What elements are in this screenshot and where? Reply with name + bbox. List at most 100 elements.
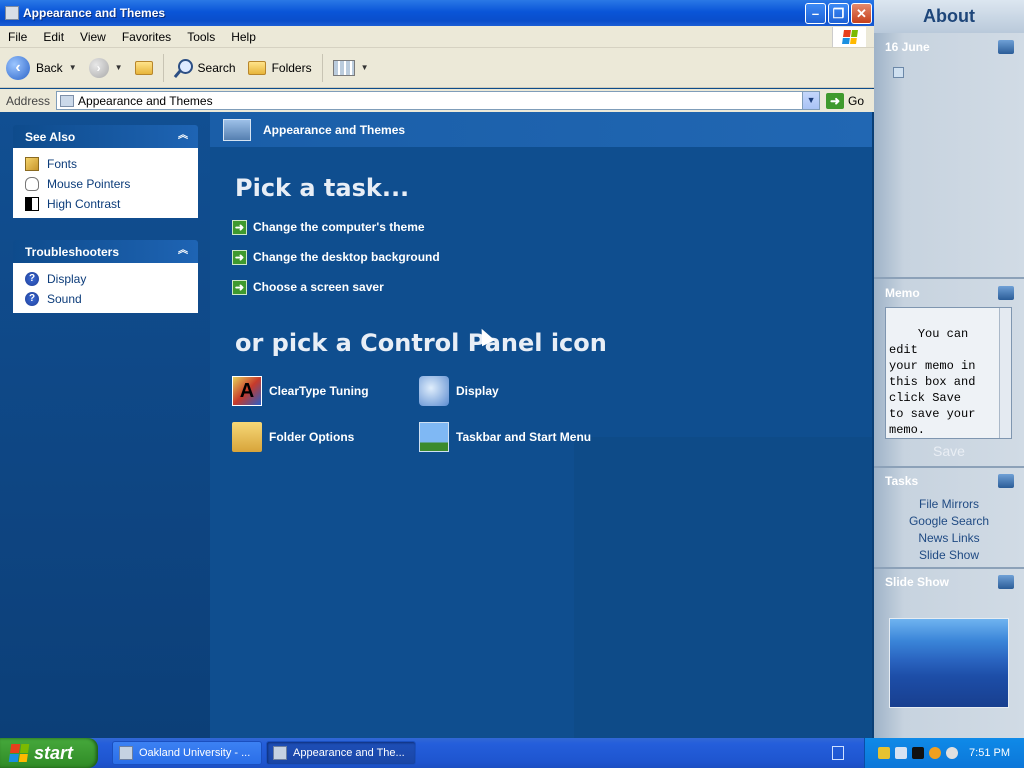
forward-button[interactable]: › ▼ xyxy=(83,51,129,85)
task-pane: See Also ︽ Fonts Mouse Pointers High Con… xyxy=(0,112,210,738)
task-change-background[interactable]: ➜ Change the desktop background xyxy=(232,248,440,266)
category-title: Appearance and Themes xyxy=(263,122,406,137)
see-also-link-fonts[interactable]: Fonts xyxy=(25,154,198,174)
back-button[interactable]: ‹ Back ▼ xyxy=(0,51,83,85)
minimize-button[interactable]: – xyxy=(805,3,826,24)
task-change-theme[interactable]: ➜ Change the computer's theme xyxy=(232,218,425,236)
tasks-title: Tasks xyxy=(885,474,919,488)
up-folder-button[interactable] xyxy=(129,51,159,85)
task-link-google-search[interactable]: Google Search xyxy=(874,514,1024,528)
volume-icon[interactable] xyxy=(946,747,959,759)
cp-icon-cleartype[interactable]: A ClearType Tuning xyxy=(232,376,369,406)
troubleshooter-link-display[interactable]: ? Display xyxy=(25,269,198,289)
cp-icon-label: Display xyxy=(456,384,499,398)
window-title: Appearance and Themes xyxy=(23,6,166,20)
task-label: Change the desktop background xyxy=(253,250,440,264)
restore-button[interactable]: ❐ xyxy=(828,3,849,24)
search-tray-icon[interactable] xyxy=(929,747,942,759)
category-header: Appearance and Themes xyxy=(210,112,872,147)
cp-icon-display[interactable]: Display xyxy=(419,376,499,406)
back-dropdown-icon[interactable]: ▼ xyxy=(69,63,77,72)
cp-icon-label: Taskbar and Start Menu xyxy=(456,430,592,444)
sidebar-date: 16 June xyxy=(885,40,930,54)
views-button[interactable]: ▼ xyxy=(327,51,375,85)
terminal-icon[interactable] xyxy=(912,747,925,759)
go-label: Go xyxy=(848,93,865,108)
cp-icon-taskbar[interactable]: Taskbar and Start Menu xyxy=(419,422,591,452)
pick-task-heading: Pick a task... xyxy=(235,174,410,202)
save-button[interactable]: Save xyxy=(874,443,1024,459)
link-label: Sound xyxy=(47,292,82,306)
search-button[interactable]: Search xyxy=(168,51,242,85)
desktop-sidebar: About 16 June Memo You can edit your mem… xyxy=(874,0,1024,738)
task-link-news-links[interactable]: News Links xyxy=(874,531,1024,545)
cleartype-icon: A xyxy=(232,376,262,406)
security-shield-icon[interactable] xyxy=(878,747,891,759)
memo-icon[interactable] xyxy=(998,286,1014,300)
memo-scrollbar[interactable] xyxy=(999,308,1011,438)
troubleshooters-title: Troubleshooters xyxy=(25,244,120,259)
windows-logo-icon xyxy=(832,27,866,47)
link-label: Mouse Pointers xyxy=(47,177,131,191)
task-link-file-mirrors[interactable]: File Mirrors xyxy=(874,497,1024,511)
start-button[interactable]: start xyxy=(0,738,98,768)
slideshow-title: Slide Show xyxy=(885,575,950,589)
title-bar[interactable]: Appearance and Themes – ❐ ✕ xyxy=(0,0,874,26)
address-bar: Address Appearance and Themes ▼ ➜ Go xyxy=(0,89,874,112)
troubleshooter-link-sound[interactable]: ? Sound xyxy=(25,289,198,309)
troubleshooters-header[interactable]: Troubleshooters ︽ xyxy=(13,240,198,263)
tasks-icon[interactable] xyxy=(998,474,1014,488)
forward-dropdown-icon[interactable]: ▼ xyxy=(115,63,123,72)
taskbar-button-oakland[interactable]: Oakland University - ... xyxy=(112,741,262,765)
slideshow-icon[interactable] xyxy=(998,575,1014,589)
search-icon xyxy=(174,58,193,77)
back-arrow-icon: ‹ xyxy=(6,55,30,80)
cp-icon-folder-options[interactable]: Folder Options xyxy=(232,422,354,452)
address-dropdown-icon[interactable]: ▼ xyxy=(802,92,820,109)
high-contrast-icon xyxy=(25,197,39,211)
taskbar-button-appearance[interactable]: Appearance and The... xyxy=(266,741,416,765)
task-link-slide-show[interactable]: Slide Show xyxy=(874,548,1024,562)
address-input[interactable]: Appearance and Themes ▼ xyxy=(56,91,821,110)
keyboard-icon[interactable] xyxy=(832,746,844,760)
see-also-header[interactable]: See Also ︽ xyxy=(13,125,198,148)
taskbar-button-label: Oakland University - ... xyxy=(139,747,251,759)
background-watermark xyxy=(574,437,872,738)
menu-tools[interactable]: Tools xyxy=(179,30,223,44)
see-also-link-mouse-pointers[interactable]: Mouse Pointers xyxy=(25,174,198,194)
forward-arrow-icon: › xyxy=(88,57,109,78)
standard-toolbar: ‹ Back ▼ › ▼ Search Folders ▼ xyxy=(0,48,874,88)
menu-favorites[interactable]: Favorites xyxy=(114,30,179,44)
see-also-title: See Also xyxy=(25,129,76,144)
sidebar-divider xyxy=(874,567,1024,569)
collapse-chevron-icon[interactable]: ︽ xyxy=(176,129,190,143)
link-label: Display xyxy=(47,272,87,286)
slideshow-image[interactable] xyxy=(889,618,1009,708)
clock[interactable]: 7:51 PM xyxy=(969,747,1010,759)
network-icon[interactable] xyxy=(895,747,908,759)
control-panel-icon xyxy=(5,6,19,20)
folders-button[interactable]: Folders xyxy=(242,51,318,85)
views-dropdown-icon[interactable]: ▼ xyxy=(361,63,369,72)
close-button[interactable]: ✕ xyxy=(851,3,872,24)
toolbar-separator xyxy=(321,53,323,82)
up-folder-icon xyxy=(134,60,153,75)
menu-help[interactable]: Help xyxy=(223,30,264,44)
search-label: Search xyxy=(197,60,236,75)
menu-view[interactable]: View xyxy=(72,30,114,44)
taskbar: start Oakland University - ... Appearanc… xyxy=(0,738,1024,768)
pick-icon-heading: or pick a Control Panel icon xyxy=(235,329,607,357)
menu-bar: File Edit View Favorites Tools Help xyxy=(0,26,874,48)
menu-file[interactable]: File xyxy=(0,30,35,44)
task-label: Change the computer's theme xyxy=(253,220,425,234)
task-arrow-icon: ➜ xyxy=(232,249,247,265)
go-button[interactable]: ➜ Go xyxy=(826,92,865,109)
address-label: Address xyxy=(6,93,51,108)
see-also-link-high-contrast[interactable]: High Contrast xyxy=(25,194,198,214)
memo-textarea[interactable]: You can edit your memo in this box and c… xyxy=(885,307,1012,439)
menu-edit[interactable]: Edit xyxy=(35,30,72,44)
task-screen-saver[interactable]: ➜ Choose a screen saver xyxy=(232,278,384,296)
collapse-chevron-icon[interactable]: ︽ xyxy=(176,244,190,258)
views-icon xyxy=(332,59,355,76)
calendar-icon[interactable] xyxy=(998,40,1014,54)
